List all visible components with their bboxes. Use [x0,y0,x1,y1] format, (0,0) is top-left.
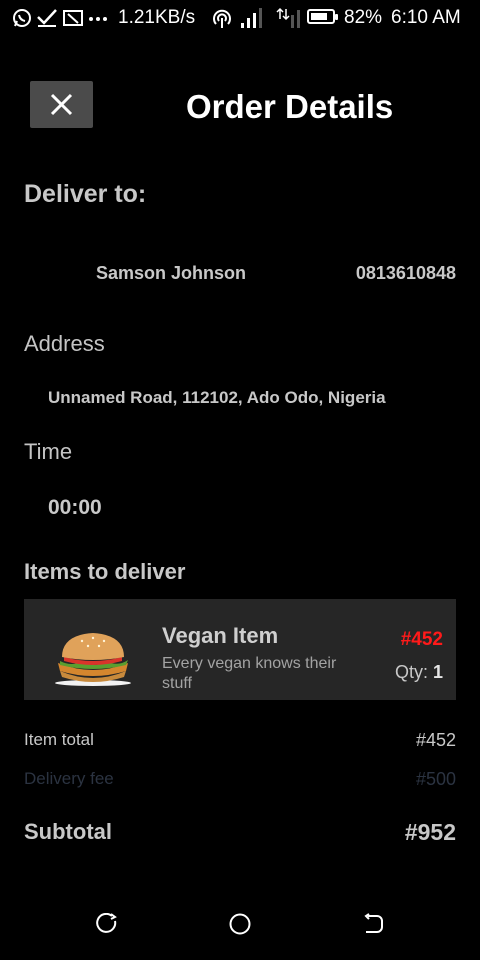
delivery-fee-value: #500 [415,769,456,789]
battery-icon [307,9,338,24]
time-label: Time [24,439,73,464]
item-quantity: Qty: 1 [395,662,443,683]
data-icon [276,7,300,28]
item-name: Vegan Item [162,623,279,648]
customer-name: Samson Johnson [96,263,247,283]
subtotal-value: #952 [404,819,456,845]
battery-percent: 82% [344,7,383,28]
home-icon[interactable] [228,912,252,936]
check-icon [37,9,57,27]
subtotal-label: Subtotal [24,819,112,844]
qty-label: Qty: [394,662,428,682]
time-value: 00:00 [48,496,102,519]
item-price: #452 [400,629,443,650]
network-speed: 1.21KB/s [118,7,196,28]
item-description: Every vegan knows their stuff [162,655,337,692]
more-dots-icon [89,17,107,21]
page-title: Order Details [186,88,394,125]
close-icon [50,93,73,116]
item-total-value: #452 [415,730,456,750]
hotspot-icon [213,9,231,28]
cast-icon [63,10,83,26]
whatsapp-icon [13,9,31,27]
burger-image [55,633,131,686]
address-label: Address [24,331,105,356]
back-icon[interactable] [362,913,384,935]
close-button[interactable] [30,81,93,128]
delivery-fee-label: Delivery fee [24,769,114,788]
address-value: Unnamed Road, 112102, Ado Odo, Nigeria [48,388,386,407]
recent-apps-icon[interactable] [96,913,118,935]
deliver-to-heading: Deliver to: [24,180,147,208]
signal-icon [241,8,262,28]
clock: 6:10 AM [391,7,461,28]
item-total-label: Item total [24,730,94,749]
customer-phone[interactable]: 0813610848 [356,263,456,284]
notification-icons [12,6,108,30]
status-icons [212,6,304,30]
qty-value: 1 [432,662,443,682]
status-bar: 1.21KB/s 82% 6:10 AM [0,0,480,36]
items-heading: Items to deliver [24,559,186,584]
